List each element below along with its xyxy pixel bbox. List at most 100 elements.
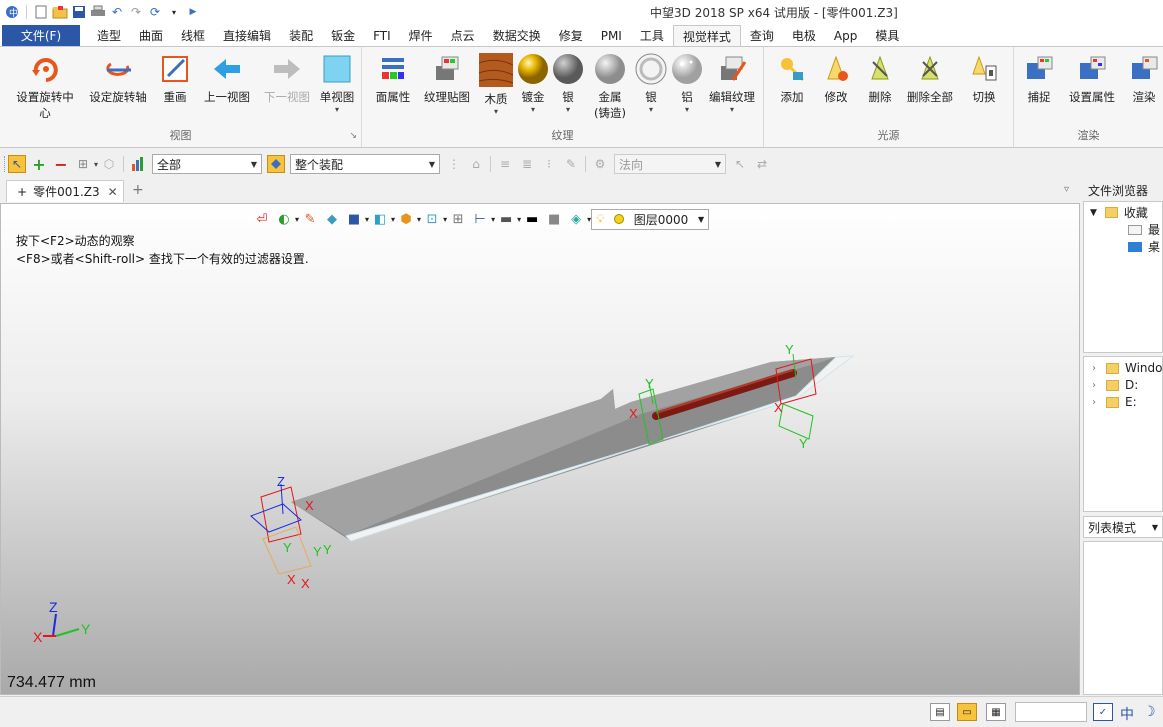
tab-data-exchange[interactable]: 数据交换 bbox=[484, 25, 550, 46]
save-icon[interactable] bbox=[71, 4, 87, 20]
tree-item-drive-d[interactable]: › D: bbox=[1092, 378, 1138, 392]
tab-surface[interactable]: 曲面 bbox=[130, 25, 172, 46]
tab-sheet-metal[interactable]: 钣金 bbox=[322, 25, 364, 46]
tab-repair[interactable]: 修复 bbox=[550, 25, 592, 46]
tab-wireframe[interactable]: 线框 bbox=[172, 25, 214, 46]
ribbon-group-label-view: 视图 bbox=[169, 129, 192, 142]
aluminum-texture-button[interactable]: 铝 ▾ bbox=[670, 53, 704, 115]
tab-electrode[interactable]: 电极 bbox=[783, 25, 825, 46]
delete-light-button[interactable]: 删除 bbox=[862, 53, 898, 105]
assembly-scope-icon[interactable] bbox=[267, 155, 286, 173]
select-pointer-icon[interactable]: ↖ bbox=[8, 155, 26, 173]
tab-tools[interactable]: 工具 bbox=[631, 25, 673, 46]
redraw-button[interactable]: 重画 bbox=[156, 53, 194, 105]
filter-option-1-icon[interactable]: ⋮ bbox=[445, 155, 463, 173]
add-filter-icon[interactable]: + bbox=[30, 155, 48, 174]
chevron-down-icon: ▼ bbox=[1151, 522, 1158, 532]
customize-icon[interactable]: ▾ bbox=[166, 4, 182, 20]
file-list[interactable] bbox=[1083, 541, 1163, 695]
tree-item-windows[interactable]: › Windo bbox=[1092, 361, 1163, 375]
tree-item-favorites[interactable]: ▼ 收藏 bbox=[1090, 204, 1148, 221]
list-mode-select[interactable]: 列表模式 ▼ bbox=[1083, 516, 1163, 538]
wood-texture-button[interactable]: 木质 ▾ bbox=[478, 53, 514, 117]
ime-moon-icon[interactable]: ☽ bbox=[1143, 704, 1156, 720]
rebuild-icon[interactable]: ⟳ bbox=[147, 4, 163, 20]
capture-button[interactable]: 捕捉 bbox=[1022, 53, 1056, 105]
file-menu-button[interactable]: 文件(F) bbox=[2, 25, 80, 46]
remove-filter-icon[interactable]: − bbox=[52, 155, 70, 174]
model-canvas[interactable]: Y Y X Y X Z X Y Y Y X X Z X Y bbox=[1, 204, 1080, 695]
silver-texture-button[interactable]: 银 ▾ bbox=[552, 53, 584, 115]
open-file-icon[interactable] bbox=[52, 4, 68, 20]
dialog-launcher-icon[interactable]: ↘ bbox=[349, 131, 357, 141]
filter-option-4-icon[interactable]: ≣ bbox=[518, 155, 536, 173]
next-view-button[interactable]: 下一视图 bbox=[260, 53, 314, 105]
close-tab-icon[interactable]: ✕ bbox=[108, 185, 118, 199]
tab-modeling[interactable]: 造型 bbox=[88, 25, 130, 46]
metal-cast-texture-button[interactable]: 金属 (铸造) bbox=[590, 53, 630, 121]
switch-light-button[interactable]: 切换 bbox=[966, 53, 1002, 105]
tab-mold[interactable]: 模具 bbox=[866, 25, 908, 46]
filter-select[interactable]: 全部 ▼ bbox=[152, 154, 263, 174]
filter-option-6-icon[interactable]: ✎ bbox=[562, 155, 580, 173]
layout-view-icon[interactable]: ▤ bbox=[930, 703, 950, 721]
ime-language[interactable]: 中 bbox=[1120, 704, 1134, 724]
document-tab[interactable]: + 零件001.Z3 ✕ bbox=[6, 180, 124, 202]
metal-sphere-icon bbox=[594, 53, 626, 85]
tree-item-drive-e[interactable]: › E: bbox=[1092, 395, 1137, 409]
expand-icon[interactable]: ▶ bbox=[185, 4, 201, 20]
tab-visual-style[interactable]: 视觉样式 bbox=[672, 25, 741, 46]
tab-inquire[interactable]: 查询 bbox=[741, 25, 783, 46]
set-render-props-button[interactable]: 设置属性 bbox=[1064, 53, 1120, 105]
prev-view-button[interactable]: 上一视图 bbox=[200, 53, 254, 105]
filter-option-2-icon[interactable]: ⌂ bbox=[467, 155, 485, 173]
filter-option-5-icon[interactable]: ⁝ bbox=[540, 155, 558, 173]
panel-options-icon[interactable]: ▿ bbox=[1064, 184, 1069, 195]
3d-viewport[interactable]: ⏎ ◐ ▾ ✎ ◆ ■ ▾ ◧ ▾ ⬢ ▾ ⊡ ▾ ⊞ ⊢ ▾ ▬ ▾ ▬ ■ ◈ ▾ 💡︎ 图… bbox=[0, 203, 1080, 695]
rotation-center-icon bbox=[29, 53, 61, 85]
direction-select[interactable]: 法向 ▼ bbox=[614, 154, 727, 174]
lasso-select-icon[interactable]: ⬡ bbox=[100, 155, 118, 173]
texture-map-button[interactable]: 纹理贴图 bbox=[420, 53, 474, 105]
tab-app[interactable]: App bbox=[825, 25, 866, 46]
direction-icon[interactable]: ⚙ bbox=[591, 155, 609, 173]
assembly-scope-select[interactable]: 整个装配 ▼ bbox=[290, 154, 441, 174]
set-rotation-axis-button[interactable]: 设定旋转轴 bbox=[86, 53, 150, 105]
tree-item-desktop[interactable]: 桌 bbox=[1128, 238, 1160, 255]
status-input[interactable] bbox=[1015, 702, 1087, 722]
face-properties-button[interactable]: 面属性 bbox=[372, 53, 414, 105]
tab-assembly[interactable]: 装配 bbox=[280, 25, 322, 46]
print-icon[interactable] bbox=[90, 4, 106, 20]
window-mode-icon[interactable]: ▦ bbox=[986, 703, 1006, 721]
reverse-direction-icon[interactable]: ⇄ bbox=[753, 155, 771, 173]
tab-weldment[interactable]: 焊件 bbox=[400, 25, 442, 46]
silver2-texture-button[interactable]: 银 ▾ bbox=[634, 53, 668, 115]
gold-texture-button[interactable]: 镀金 ▾ bbox=[516, 53, 550, 115]
add-tab-button[interactable]: + bbox=[132, 182, 144, 198]
filter-bars-icon[interactable] bbox=[129, 155, 147, 173]
single-view-button[interactable]: 单视图 ▾ bbox=[316, 53, 358, 115]
wood-swatch-icon bbox=[479, 53, 513, 87]
tab-fti[interactable]: FTI bbox=[364, 25, 400, 46]
tab-point-cloud[interactable]: 点云 bbox=[442, 25, 484, 46]
modify-light-button[interactable]: 修改 bbox=[818, 53, 854, 105]
tab-pmi[interactable]: PMI bbox=[592, 25, 631, 46]
check-icon[interactable]: ✓ bbox=[1093, 703, 1113, 721]
box-select-icon[interactable]: ⊞ bbox=[74, 155, 92, 173]
undo-icon[interactable]: ↶ bbox=[109, 4, 125, 20]
tree-item-recent[interactable]: 最 bbox=[1128, 221, 1160, 238]
add-light-button[interactable]: 添加 bbox=[774, 53, 810, 105]
folder-icon bbox=[1106, 396, 1119, 408]
new-file-icon[interactable] bbox=[33, 4, 49, 20]
desktop-icon bbox=[1128, 241, 1142, 252]
redo-icon[interactable]: ↷ bbox=[128, 4, 144, 20]
edit-texture-button[interactable]: 编辑纹理 ▾ bbox=[706, 53, 758, 115]
filter-option-3-icon[interactable]: ≡ bbox=[496, 155, 514, 173]
pick-direction-icon[interactable]: ↖ bbox=[731, 155, 749, 173]
delete-all-lights-button[interactable]: 删除全部 bbox=[904, 53, 956, 105]
set-rotation-center-button[interactable]: 设置旋转中 心 bbox=[12, 53, 78, 121]
render-button[interactable]: 渲染 bbox=[1126, 53, 1162, 105]
monitor-icon[interactable]: ▭ bbox=[957, 703, 977, 721]
tab-direct-edit[interactable]: 直接编辑 bbox=[214, 25, 280, 46]
app-logo-icon[interactable]: 中 bbox=[4, 4, 20, 20]
